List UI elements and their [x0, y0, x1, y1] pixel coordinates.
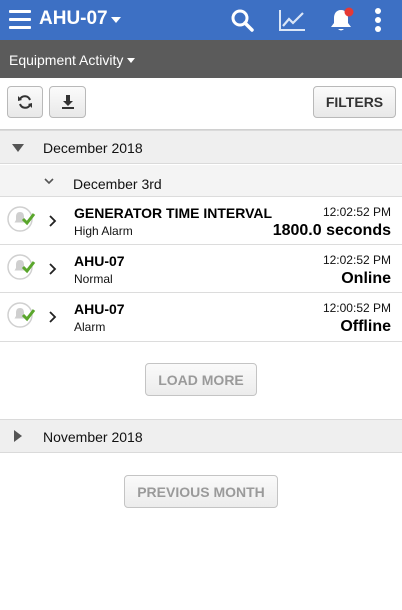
- refresh-icon: [18, 95, 32, 109]
- event-row[interactable]: GENERATOR TIME INTERVAL High Alarm 12:02…: [0, 197, 402, 245]
- trend-chart-icon[interactable]: [278, 7, 306, 33]
- toolbar: FILTERS: [0, 78, 402, 130]
- event-row[interactable]: AHU-07 Normal 12:02:52 PM Online: [0, 245, 402, 293]
- page-title: AHU-07: [39, 8, 108, 29]
- event-name: AHU-07: [74, 253, 125, 269]
- acknowledged-bell-icon: [7, 302, 36, 328]
- event-type: Alarm: [74, 320, 106, 334]
- chevron-right-icon: [49, 311, 57, 323]
- triangle-right-icon: [14, 430, 22, 442]
- hamburger-menu-icon[interactable]: [9, 10, 31, 29]
- chevron-right-icon: [49, 215, 57, 227]
- event-time: 12:00:52 PM: [322, 301, 391, 315]
- triangle-down-icon: [12, 144, 24, 152]
- month-label: December 2018: [43, 140, 143, 156]
- month-header-november[interactable]: November 2018: [0, 419, 402, 453]
- month-label: November 2018: [43, 429, 143, 445]
- caret-down-icon: [110, 17, 121, 23]
- event-name: AHU-07: [74, 301, 125, 317]
- event-time: 12:02:52 PM: [322, 205, 391, 219]
- bell-icon[interactable]: [329, 7, 355, 33]
- load-more-button[interactable]: LOAD MORE: [145, 363, 257, 396]
- event-type: High Alarm: [74, 224, 133, 238]
- event-name: GENERATOR TIME INTERVAL: [74, 205, 273, 221]
- previous-month-button[interactable]: PREVIOUS MONTH: [124, 475, 278, 508]
- acknowledged-bell-icon: [7, 206, 36, 232]
- event-time: 12:02:52 PM: [322, 253, 391, 267]
- filters-button[interactable]: FILTERS: [313, 86, 396, 118]
- event-value: Online: [341, 270, 391, 287]
- day-header[interactable]: December 3rd: [0, 165, 402, 197]
- sub-header: Equipment Activity: [0, 40, 402, 78]
- event-type: Normal: [74, 272, 113, 286]
- search-icon[interactable]: [229, 7, 255, 33]
- refresh-button[interactable]: [7, 86, 43, 118]
- acknowledged-bell-icon: [7, 254, 36, 280]
- month-header-december[interactable]: December 2018: [0, 130, 402, 164]
- download-button[interactable]: [49, 86, 86, 118]
- caret-down-icon: [127, 57, 136, 63]
- more-vertical-icon[interactable]: [370, 7, 386, 33]
- view-selector[interactable]: Equipment Activity: [9, 52, 136, 68]
- event-value: Offline: [340, 318, 391, 335]
- day-label: December 3rd: [73, 176, 162, 192]
- download-icon: [61, 95, 74, 109]
- event-row[interactable]: AHU-07 Alarm 12:00:52 PM Offline: [0, 293, 402, 342]
- app-header: AHU-07: [0, 0, 402, 40]
- equipment-selector[interactable]: AHU-07: [39, 8, 121, 30]
- notification-badge: [344, 7, 354, 17]
- view-selector-label: Equipment Activity: [9, 52, 124, 68]
- event-value: 1800.0 seconds: [272, 222, 391, 239]
- chevron-right-icon: [49, 263, 57, 275]
- chevron-down-icon: [44, 178, 54, 185]
